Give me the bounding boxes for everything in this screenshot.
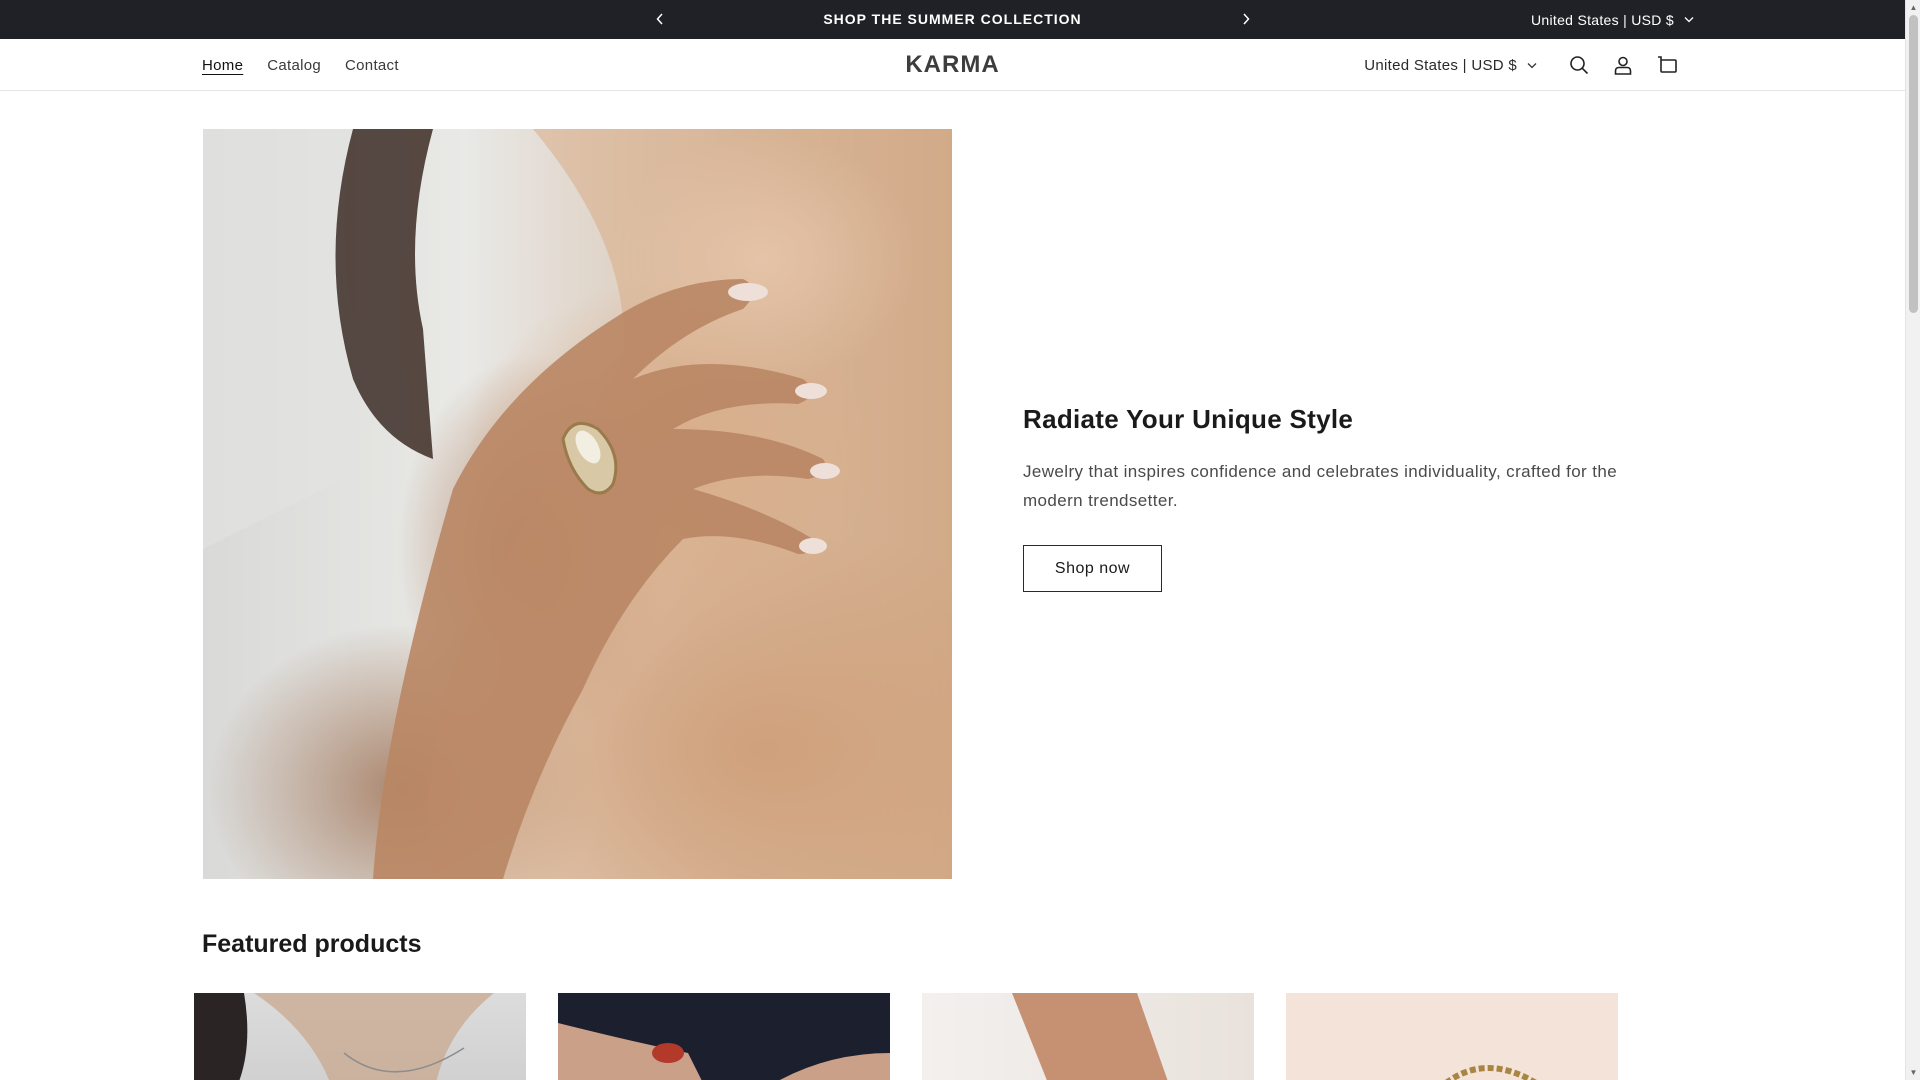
site-header: Home Catalog Contact KARMA United States… xyxy=(0,39,1905,91)
scroll-thumb[interactable] xyxy=(1909,15,1918,313)
locale-label: United States | USD $ xyxy=(1531,11,1674,28)
search-icon[interactable] xyxy=(1557,43,1601,87)
scroll-up-icon[interactable]: ▲ xyxy=(1906,0,1920,15)
announcement-bar: SHOP THE SUMMER COLLECTION United States… xyxy=(0,0,1905,39)
product-card[interactable] xyxy=(1286,993,1618,1080)
product-card[interactable] xyxy=(922,993,1254,1080)
locale-label: United States | USD $ xyxy=(1364,56,1517,74)
hero-description: Jewelry that inspires confidence and cel… xyxy=(1023,462,1618,510)
header-locale-selector[interactable]: United States | USD $ xyxy=(1364,57,1537,74)
cart-icon[interactable] xyxy=(1645,43,1689,87)
scroll-down-icon[interactable]: ▼ xyxy=(1906,1065,1920,1080)
chevron-right-icon[interactable] xyxy=(1235,8,1257,30)
announcement-locale-selector[interactable]: United States | USD $ xyxy=(1531,0,1694,39)
nav-catalog[interactable]: Catalog xyxy=(267,57,321,74)
chevron-down-icon xyxy=(1527,62,1537,68)
hero-image xyxy=(203,129,952,879)
nav-contact[interactable]: Contact xyxy=(345,57,399,74)
chevron-left-icon[interactable] xyxy=(649,8,671,30)
account-icon[interactable] xyxy=(1601,43,1645,87)
hero-title: Radiate Your Unique Style xyxy=(1023,404,1354,434)
nav-home[interactable]: Home xyxy=(202,57,243,74)
shop-now-button[interactable]: Shop now xyxy=(1023,545,1162,592)
featured-products-heading: Featured products xyxy=(202,930,422,958)
page-scrollbar[interactable]: ▲ ▼ xyxy=(1905,0,1920,1080)
product-card[interactable] xyxy=(558,993,890,1080)
chevron-down-icon xyxy=(1684,17,1694,23)
product-card[interactable] xyxy=(194,993,526,1080)
store-page: SHOP THE SUMMER COLLECTION United States… xyxy=(0,0,1905,1080)
header-actions: United States | USD $ xyxy=(1364,39,1689,91)
main-nav: Home Catalog Contact xyxy=(202,39,399,91)
